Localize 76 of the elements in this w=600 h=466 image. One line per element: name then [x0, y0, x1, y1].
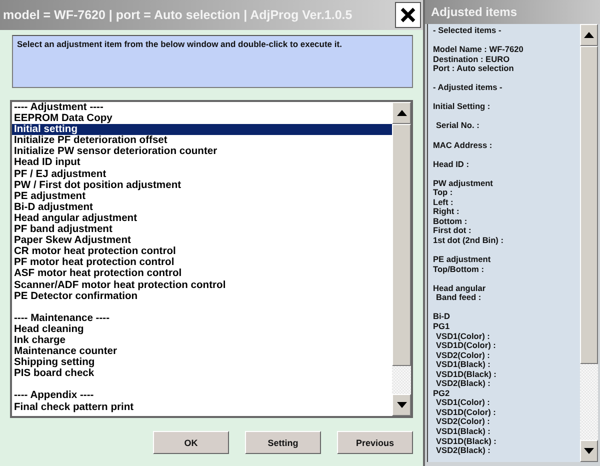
scrollbar[interactable] [392, 102, 411, 416]
panel-line: VSD1(Color) : [436, 398, 491, 408]
list-item[interactable]: Head angular adjustment [12, 212, 392, 224]
panel-line: Model Name : WF-7620 [433, 45, 524, 55]
list-item[interactable]: PE Detector confirmation [12, 290, 392, 302]
panel-line: Serial No. : [436, 121, 480, 132]
panel-title: Adjusted items [425, 0, 600, 24]
list-item[interactable]: Head cleaning [12, 324, 392, 335]
list-item[interactable]: PW / First dot position adjustment [12, 180, 392, 191]
panel-line: PE adjustment [433, 255, 492, 265]
panel-line: - Adjusted items - [433, 83, 504, 93]
list-item[interactable]: Shipping setting [12, 357, 392, 368]
section-header: ---- Appendix ---- [13, 390, 95, 402]
panel-line: Left : [433, 198, 454, 208]
panel-line: VSD1(Black) : [436, 426, 492, 437]
dialog-button[interactable]: Previous [337, 431, 413, 454]
panel-line: VSD1(Black) : [436, 360, 492, 370]
panel-line: Destination : EURO [433, 54, 511, 64]
panel-line: Top : [433, 188, 453, 198]
scroll-down-icon[interactable] [584, 448, 594, 454]
panel-line: PW adjustment [433, 178, 494, 188]
close-button[interactable] [395, 2, 421, 28]
list-item[interactable]: PF / EJ adjustment [12, 168, 392, 180]
panel-line: 1st dot (2nd Bin) : [433, 236, 505, 246]
list-item[interactable]: Head ID input [12, 157, 392, 169]
panel-line: Top/Bottom : [433, 264, 484, 274]
panel-line: Bi-D [433, 312, 452, 322]
panel-line: VSD1(Color) : [436, 332, 490, 341]
dialog-button[interactable]: OK [153, 431, 229, 454]
section-header: ---- Adjustment ---- [13, 102, 104, 114]
panel-line: VSD2(Black) : [436, 379, 490, 389]
panel-line: Head angular [433, 284, 487, 294]
list-item[interactable]: ASF motor heat protection control [12, 268, 392, 280]
list-item[interactable]: Maintenance counter [12, 346, 392, 358]
instruction-text: Select an adjustment item from the below window and double-click to execute it. [12, 35, 413, 88]
section-header: ---- Maintenance ---- [13, 312, 111, 324]
list-item[interactable]: PE adjustment [12, 190, 392, 202]
panel-line: First dot : [433, 226, 472, 236]
panel-line: MAC Address : [433, 140, 494, 150]
scrollbar[interactable] [580, 24, 598, 462]
scroll-thumb[interactable] [392, 124, 411, 366]
panel-line: VSD1D(Color) : [436, 341, 497, 351]
list-item[interactable]: Bi-D adjustment [12, 202, 392, 213]
panel-line: VSD1D(Black) : [436, 436, 498, 446]
list-item[interactable]: PF band adjustment [12, 224, 392, 236]
list-item[interactable]: Scanner/ADF motor heat protection control [12, 280, 392, 291]
panel-line: Port : Auto selection [433, 64, 515, 74]
list-item[interactable]: Ink charge [12, 334, 392, 346]
panel-line: Bottom : [433, 216, 468, 226]
list-item[interactable]: PIS board check [12, 368, 392, 380]
scroll-up-icon[interactable] [584, 32, 594, 38]
list-item[interactable]: EEPROM Data Copy [12, 113, 392, 124]
list-item[interactable]: Initialize PF deterioration offset [12, 135, 392, 146]
list-item[interactable]: CR motor heat protection control [12, 246, 392, 258]
list-item[interactable]: Final check pattern print [12, 402, 392, 413]
panel-line: VSD2(Black) : [436, 446, 490, 456]
panel-line: Head ID : [433, 160, 470, 170]
list-item[interactable]: Initialize PW sensor deterioration counter [12, 146, 392, 158]
scroll-up-icon[interactable] [396, 110, 406, 116]
panel-line: VSD1D(Color) : [436, 408, 497, 418]
panel-line: Initial Setting : [433, 102, 492, 112]
panel-line: PG1 [433, 322, 451, 332]
list-item[interactable]: Paper Skew Adjustment [12, 235, 392, 246]
panel-line: Band feed : [436, 293, 482, 303]
panel-line: PG2 [433, 388, 450, 398]
panel-line: - Selected items - [433, 26, 502, 36]
panel-line: Right : [433, 207, 460, 217]
scroll-thumb[interactable] [580, 46, 598, 364]
dialog-button[interactable]: Setting [245, 431, 321, 454]
close-icon [400, 7, 416, 23]
panel-line: VSD2(Color) : [436, 350, 490, 360]
panel-line: VSD2(Color) : [436, 417, 490, 427]
list-item[interactable]: Initial setting [12, 124, 392, 136]
list-item[interactable]: PF motor heat protection control [12, 257, 392, 268]
scroll-down-icon[interactable] [396, 402, 406, 408]
panel-line: VSD1D(Black) : [436, 370, 498, 380]
